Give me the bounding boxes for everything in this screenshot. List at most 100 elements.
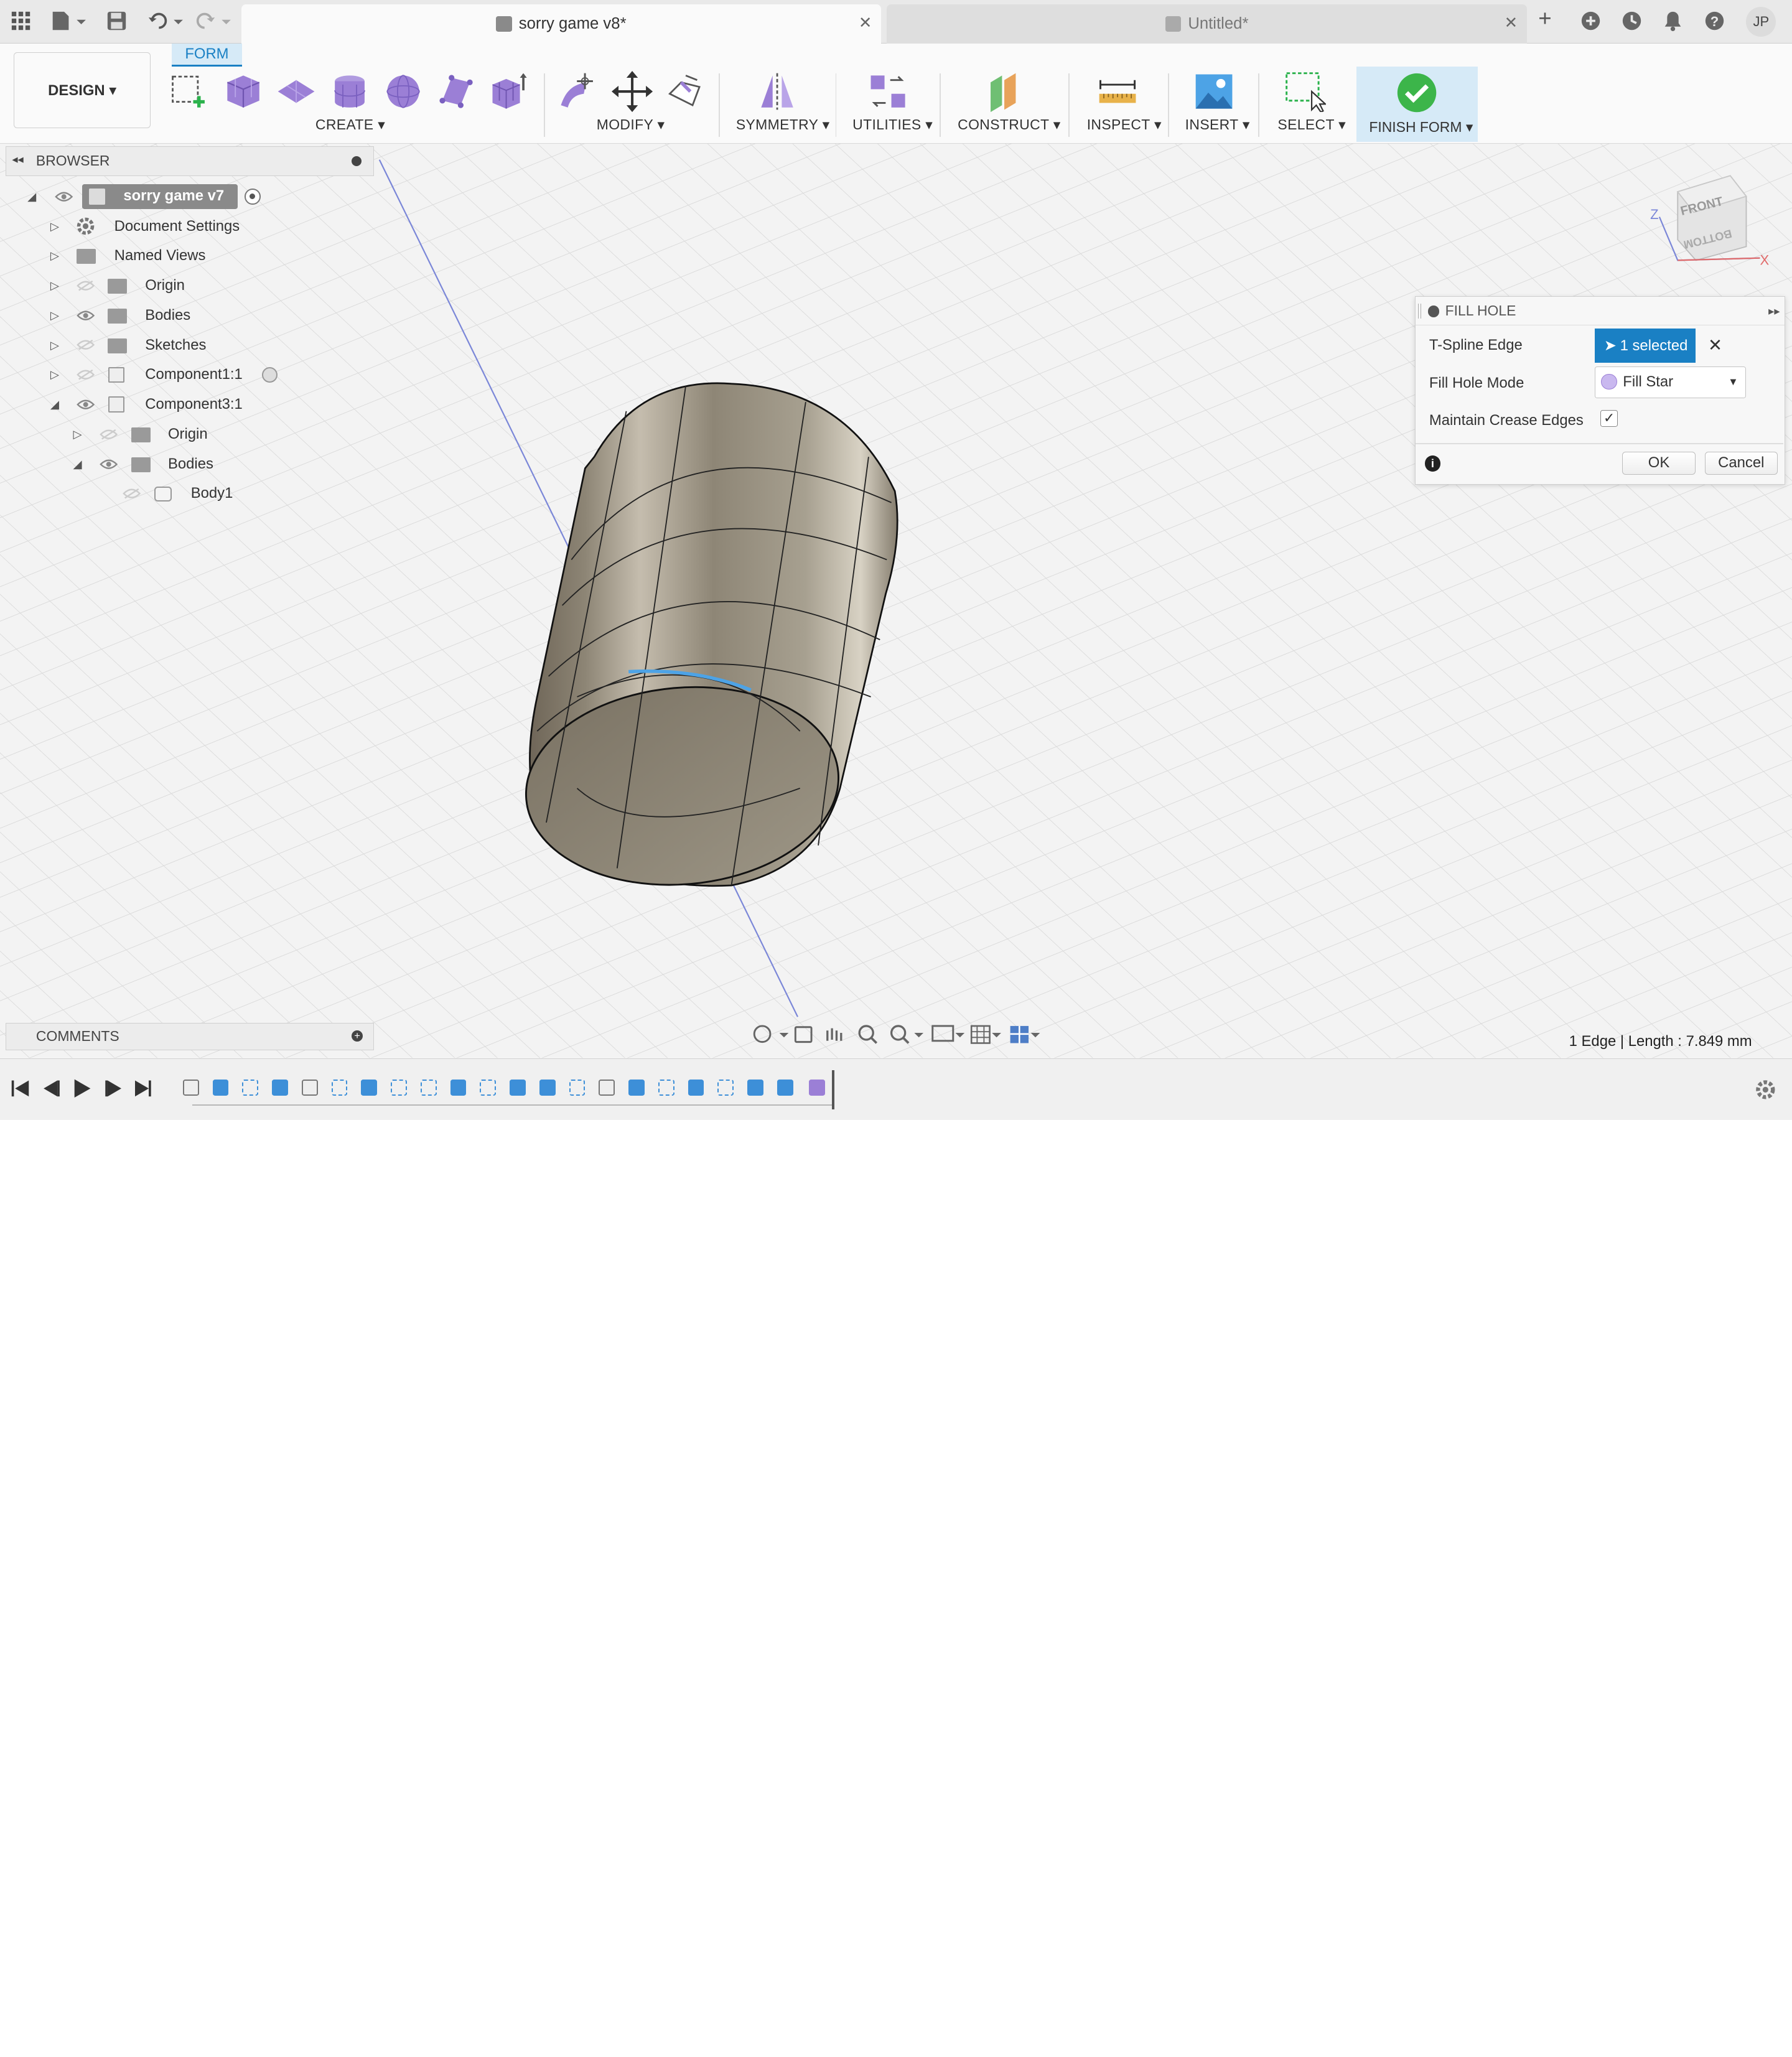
notifications-bell-icon[interactable] xyxy=(1663,11,1683,35)
timeline-feature[interactable] xyxy=(272,1079,288,1096)
activate-radio-icon[interactable] xyxy=(261,366,278,383)
user-avatar[interactable]: JP xyxy=(1746,7,1776,37)
drag-handle-icon[interactable] xyxy=(1417,303,1421,319)
timeline-feature[interactable] xyxy=(747,1079,763,1096)
utilities-tool-icon[interactable] xyxy=(867,71,908,112)
select-window-icon[interactable] xyxy=(1284,71,1326,112)
browser-panel-header[interactable]: ◂◂ BROWSER xyxy=(6,146,374,176)
collapse-dialog-icon[interactable] xyxy=(1428,306,1440,317)
select-menu[interactable]: SELECT ▾ xyxy=(1277,116,1346,133)
tab-untitled[interactable]: Untitled* ✕ xyxy=(887,4,1527,44)
panel-pin-icon[interactable] xyxy=(351,156,362,167)
timeline-feature[interactable] xyxy=(391,1079,407,1096)
expand-triangle-icon[interactable]: ▷ xyxy=(50,242,59,269)
utilities-menu[interactable]: UTILITIES ▾ xyxy=(852,116,933,133)
timeline-feature[interactable] xyxy=(331,1079,348,1096)
modify-menu[interactable]: MODIFY ▾ xyxy=(597,116,665,133)
tree-item-body1[interactable]: Body1 xyxy=(0,480,297,507)
insert-menu[interactable]: INSERT ▾ xyxy=(1185,116,1250,133)
workspace-switcher-button[interactable]: DESIGN ▾ xyxy=(14,52,151,128)
create-menu[interactable]: CREATE ▾ xyxy=(315,116,385,133)
collapse-panel-icon[interactable]: ◂◂ xyxy=(12,152,23,166)
tree-item-bodies-sub[interactable]: ◢ Bodies xyxy=(0,450,297,478)
timeline-feature[interactable] xyxy=(688,1079,704,1096)
go-to-start-icon[interactable] xyxy=(11,1080,29,1097)
expand-triangle-icon[interactable]: ▷ xyxy=(50,213,59,240)
finish-form-button[interactable]: FINISH FORM ▾ xyxy=(1356,66,1478,142)
undo-icon[interactable] xyxy=(147,11,184,35)
timeline-form-feature[interactable] xyxy=(809,1079,826,1096)
save-icon[interactable] xyxy=(106,11,127,35)
timeline-feature[interactable] xyxy=(599,1079,615,1096)
inspect-menu[interactable]: INSPECT ▾ xyxy=(1087,116,1162,133)
expand-triangle-icon[interactable]: ◢ xyxy=(27,190,36,203)
go-to-end-icon[interactable] xyxy=(134,1080,151,1097)
visibility-eye-icon[interactable] xyxy=(77,399,95,410)
timeline-feature[interactable] xyxy=(450,1079,467,1096)
step-back-icon[interactable] xyxy=(43,1080,60,1097)
hidden-eye-icon[interactable] xyxy=(77,339,95,351)
comments-panel-header[interactable]: COMMENTS + xyxy=(6,1022,374,1050)
fill-mode-select[interactable]: Fill Star ▼ xyxy=(1595,366,1746,399)
visibility-eye-icon[interactable] xyxy=(55,191,73,202)
symmetry-tool-icon[interactable] xyxy=(757,71,798,112)
collapse-triangle-icon[interactable]: ◢ xyxy=(73,450,82,478)
insert-image-icon[interactable] xyxy=(1193,71,1234,112)
tab-sorry-game[interactable]: sorry game v8* ✕ xyxy=(241,4,882,44)
timeline-feature[interactable] xyxy=(777,1079,793,1096)
step-forward-icon[interactable] xyxy=(105,1080,121,1097)
tree-item-sketches[interactable]: ▷ Sketches xyxy=(0,332,297,359)
expand-triangle-icon[interactable]: ▷ xyxy=(50,272,59,299)
hidden-eye-icon[interactable] xyxy=(99,429,118,440)
tree-item-origin-sub[interactable]: ▷ Origin xyxy=(0,421,297,448)
tspline-modify-tool-icon[interactable] xyxy=(665,71,706,112)
new-tab-icon[interactable]: + xyxy=(1538,7,1551,30)
expand-triangle-icon[interactable]: ▷ xyxy=(73,421,82,448)
redo-icon[interactable] xyxy=(195,11,232,35)
timeline-feature[interactable] xyxy=(480,1079,497,1096)
cancel-button[interactable]: Cancel xyxy=(1704,452,1778,475)
timeline-feature[interactable] xyxy=(569,1079,586,1096)
tspline-edge-selector[interactable]: ➤ 1 selected xyxy=(1595,329,1696,363)
timeline-feature[interactable] xyxy=(212,1079,229,1096)
hidden-eye-icon[interactable] xyxy=(122,488,141,499)
file-menu-icon[interactable] xyxy=(50,11,87,35)
tab-form[interactable]: FORM xyxy=(171,43,243,67)
expand-triangle-icon[interactable]: ▷ xyxy=(50,332,59,359)
hidden-eye-icon[interactable] xyxy=(77,280,95,291)
create-sketch-tool-icon[interactable] xyxy=(169,71,210,112)
timeline-feature[interactable] xyxy=(182,1079,199,1096)
timeline-feature[interactable] xyxy=(510,1079,526,1096)
timeline-marker[interactable] xyxy=(832,1070,834,1109)
timeline-feature[interactable] xyxy=(628,1079,645,1096)
help-icon[interactable]: ? xyxy=(1704,11,1725,35)
dialog-header[interactable]: FILL HOLE ▸▸ xyxy=(1415,297,1785,325)
extrude-tool-icon[interactable] xyxy=(489,71,530,112)
box-tool-icon[interactable] xyxy=(223,71,264,112)
ok-button[interactable]: OK xyxy=(1622,452,1696,475)
plane-tool-icon[interactable] xyxy=(276,71,317,112)
face-tool-icon[interactable] xyxy=(436,71,477,112)
expand-dialog-icon[interactable]: ▸▸ xyxy=(1768,297,1780,325)
expand-triangle-icon[interactable]: ▷ xyxy=(50,361,59,388)
extensions-icon[interactable] xyxy=(1580,11,1601,35)
activate-radio-icon[interactable] xyxy=(245,189,261,205)
maintain-crease-checkbox[interactable]: ✓ xyxy=(1600,409,1618,427)
app-grid-icon[interactable] xyxy=(11,11,31,35)
close-tab-icon[interactable]: ✕ xyxy=(1505,14,1518,32)
move-tool-icon[interactable] xyxy=(611,70,653,112)
timeline-feature[interactable] xyxy=(539,1079,556,1096)
clear-selection-icon[interactable]: ✕ xyxy=(1708,335,1722,355)
tree-item-component1[interactable]: ▷ Component1:1 xyxy=(0,361,297,388)
cylinder-tool-icon[interactable] xyxy=(329,71,370,112)
hidden-eye-icon[interactable] xyxy=(77,369,95,380)
tree-item-origin[interactable]: ▷ Origin xyxy=(0,272,297,299)
timeline-feature[interactable] xyxy=(658,1079,674,1096)
timeline-settings-gear-icon[interactable] xyxy=(1754,1078,1777,1101)
play-icon[interactable] xyxy=(74,1079,91,1098)
tree-item-named-views[interactable]: ▷ Named Views xyxy=(0,242,297,269)
tree-item-document-settings[interactable]: ▷ Document Settings xyxy=(0,213,297,240)
tree-item-component3[interactable]: ◢ Component3:1 xyxy=(0,391,297,418)
root-component-row[interactable]: sorry game v7 xyxy=(82,184,238,210)
visibility-eye-icon[interactable] xyxy=(99,459,118,470)
